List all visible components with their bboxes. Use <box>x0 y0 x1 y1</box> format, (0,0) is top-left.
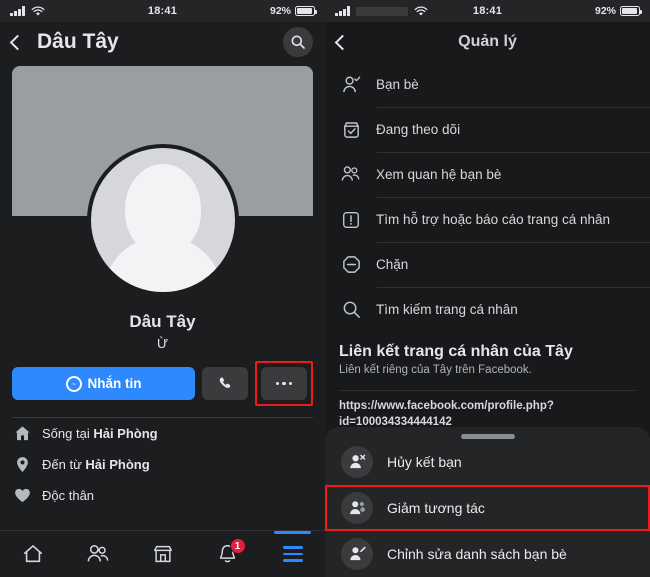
left-status-bar: 18:41 92% <box>0 0 325 22</box>
info-row-label: Đến từ Hải Phòng <box>42 457 150 472</box>
phone-icon <box>219 377 230 388</box>
status-left-icons <box>10 5 45 17</box>
person-check-icon <box>339 74 363 95</box>
left-phone-screen: 18:41 92% Dâu Tây Dâu Tây Ừ Nhắn tin Sốn… <box>0 0 325 577</box>
left-navbar: Dâu Tây <box>0 22 325 62</box>
wifi-icon <box>414 5 427 16</box>
bottom-tabbar: 1 <box>0 530 325 577</box>
back-chevron-icon[interactable] <box>9 34 26 50</box>
menu-item-search-profile[interactable]: Tìm kiếm trang cá nhân <box>325 287 650 332</box>
info-prefix: Đến từ <box>42 457 86 472</box>
friends-icon <box>87 544 108 562</box>
menu-item-relationship[interactable]: Xem quan hệ bạn bè <box>325 152 650 197</box>
hamburger-icon <box>282 546 303 562</box>
sheet-item-edit-friend-list[interactable]: Chỉnh sửa danh sách bạn bè <box>325 531 650 577</box>
page-title: Dâu Tây <box>37 30 119 53</box>
menu-item-label: Đang theo dõi <box>376 122 461 137</box>
profile-link-url-box[interactable]: https://www.facebook.com/profile.php?id=… <box>339 390 636 430</box>
menu-item-friends[interactable]: Bạn bè <box>325 62 650 107</box>
info-row-label: Sống tại Hải Phòng <box>42 426 158 441</box>
report-alert-icon <box>339 210 363 230</box>
manage-menu-list: Bạn bè Đang theo dõi Xem quan hệ bạn bè … <box>325 62 650 332</box>
wifi-icon <box>31 5 44 16</box>
active-tab-indicator <box>274 531 311 534</box>
sidebar-item-marketplace[interactable] <box>130 531 195 577</box>
sheet-item-label: Chỉnh sửa danh sách bạn bè <box>387 545 567 562</box>
page-title: Quản lý <box>458 33 517 50</box>
home-icon <box>23 545 42 563</box>
block-icon <box>339 254 363 275</box>
avatar-wrap[interactable] <box>86 144 239 296</box>
info-row[interactable]: Độc thân <box>0 480 325 511</box>
sheet-item-label: Giảm tương tác <box>387 499 485 516</box>
battery-icon <box>620 6 642 16</box>
profile-bio: Ừ <box>156 336 169 351</box>
sheet-item-label: Hủy kết bạn <box>387 453 462 470</box>
message-button[interactable]: Nhắn tin <box>12 367 195 400</box>
bottom-sheet: Hủy kết bạn Giảm tương tác Chỉnh sửa dan… <box>325 427 650 577</box>
search-icon <box>339 299 363 320</box>
right-navbar: Quản lý <box>325 22 650 62</box>
battery-percent: 92% <box>269 5 291 17</box>
menu-item-block[interactable]: Chặn <box>325 242 650 287</box>
signal-bars-icon <box>335 6 350 16</box>
profile-link-subtitle: Liên kết riêng của Tây trên Facebook. <box>339 364 532 376</box>
more-button[interactable] <box>261 367 307 400</box>
profile-action-buttons: Nhắn tin <box>0 351 325 406</box>
search-icon[interactable] <box>283 27 313 57</box>
right-phone-screen: 18:41 92% Quản lý Bạn bè Đang theo dõi X… <box>325 0 650 577</box>
right-status-bar: 18:41 92% <box>325 0 650 22</box>
carrier-name-redacted <box>355 6 408 16</box>
sidebar-item-home[interactable] <box>0 531 65 577</box>
menu-item-label: Bạn bè <box>376 77 419 92</box>
person-edit-icon <box>341 537 373 570</box>
battery-icon <box>295 6 317 16</box>
info-row-label: Độc thân <box>42 488 94 503</box>
profile-link-title: Liên kết trang cá nhân của Tây <box>339 343 573 360</box>
sidebar-item-friends[interactable] <box>65 531 130 577</box>
menu-item-report[interactable]: Tìm hỗ trợ hoặc báo cáo trang cá nhân <box>325 197 650 242</box>
person-reduce-icon <box>341 491 373 524</box>
info-row[interactable]: Sống tại Hải Phòng <box>0 418 325 449</box>
info-prefix: Sống tại <box>42 426 94 441</box>
following-box-check-icon <box>339 119 363 140</box>
info-prefix: Độc thân <box>42 488 95 503</box>
status-right-icons: 92% <box>269 5 317 17</box>
menu-item-label: Xem quan hệ bạn bè <box>376 167 502 182</box>
profile-link-section: Liên kết trang cá nhân của Tây Liên kết … <box>325 332 650 382</box>
screenshot-root: 18:41 92% Dâu Tây Dâu Tây Ừ Nhắn tin Sốn… <box>0 0 650 577</box>
home-icon <box>15 426 30 441</box>
menu-item-label: Tìm kiếm trang cá nhân <box>376 302 518 317</box>
profile-name: Dâu Tây <box>129 312 196 331</box>
signal-bars-icon <box>10 6 25 16</box>
status-right-icons: 92% <box>594 5 642 17</box>
sidebar-item-menu[interactable] <box>260 531 325 577</box>
menu-item-label: Tìm hỗ trợ hoặc báo cáo trang cá nhân <box>376 212 610 227</box>
profile-link-url: https://www.facebook.com/profile.php?id=… <box>339 400 554 428</box>
message-button-label: Nhắn tin <box>87 376 142 391</box>
menu-item-following[interactable]: Đang theo dõi <box>325 107 650 152</box>
store-icon <box>153 545 172 563</box>
more-button-highlight <box>255 361 313 406</box>
avatar-silhouette-body <box>102 236 223 292</box>
battery-percent: 92% <box>594 5 616 17</box>
heart-icon <box>15 488 30 503</box>
status-left-icons <box>335 5 428 17</box>
sheet-item-unfriend[interactable]: Hủy kết bạn <box>325 439 650 485</box>
two-people-icon <box>339 164 363 185</box>
sheet-item-reduce-interaction[interactable]: Giảm tương tác <box>325 484 650 531</box>
call-button[interactable] <box>202 367 248 400</box>
info-value: Hải Phòng <box>93 426 158 441</box>
cover-photo[interactable] <box>12 66 313 296</box>
notification-badge: 1 <box>229 538 246 554</box>
messenger-icon <box>65 375 82 392</box>
sidebar-item-notifications[interactable]: 1 <box>195 531 260 577</box>
person-remove-icon <box>341 445 373 478</box>
more-dots-icon <box>275 381 293 386</box>
info-row[interactable]: Đến từ Hải Phòng <box>0 449 325 480</box>
menu-item-label: Chặn <box>376 257 409 272</box>
avatar[interactable] <box>86 144 239 296</box>
location-pin-icon <box>17 457 28 473</box>
info-value: Hải Phòng <box>85 457 150 472</box>
